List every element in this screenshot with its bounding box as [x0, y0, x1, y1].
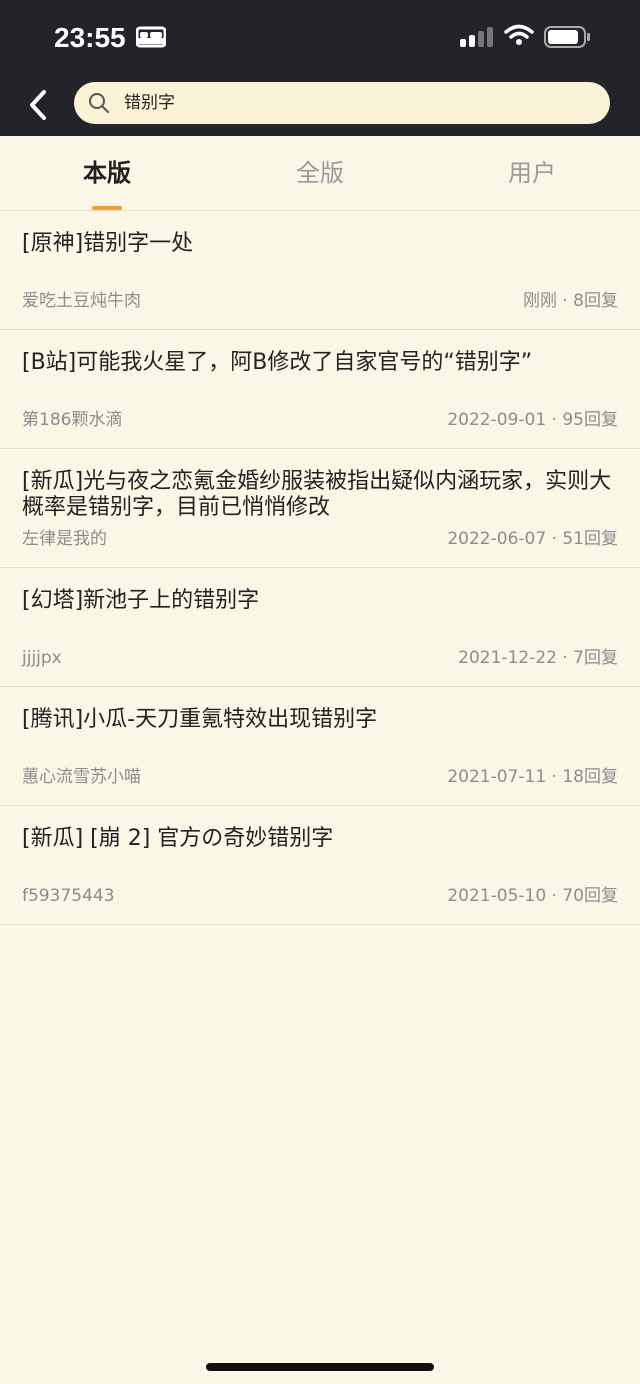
list-item[interactable]: [腾讯]小瓜-天刀重氪特效出现错别字 蕙心流雪苏小喵 2021-07-11 · …	[0, 687, 640, 806]
nav-bar: 错别字	[0, 72, 640, 136]
item-meta: 2022-09-01 · 95回复	[447, 410, 618, 430]
home-indicator[interactable]	[206, 1363, 434, 1371]
item-title: [B站]可能我火星了，阿B修改了自家官号的“错别字”	[22, 350, 533, 375]
list-item[interactable]: [原神]错别字一处 爱吃土豆炖牛肉 刚刚 · 8回复	[0, 211, 640, 330]
item-author: 爱吃土豆炖牛肉	[22, 291, 141, 311]
results-list: [原神]错别字一处 爱吃土豆炖牛肉 刚刚 · 8回复 [B站]可能我火星了，阿B…	[0, 211, 640, 925]
list-item[interactable]: [幻塔]新池子上的错别字 jjjjpx 2021-12-22 · 7回复	[0, 568, 640, 687]
item-author: 第186颗水滴	[22, 410, 123, 430]
battery-icon	[544, 26, 590, 48]
tab-bar: 本版 全版 用户	[0, 136, 640, 211]
item-title: [新瓜]光与夜之恋氪金婚纱服装被指出疑似内涵玩家，实则大概率是错别字，目前已悄悄…	[22, 469, 612, 520]
list-item[interactable]: [新瓜] [崩 2] 官方の奇妙错别字 f59375443 2021-05-10…	[0, 806, 640, 925]
item-title: [新瓜] [崩 2] 官方の奇妙错别字	[22, 826, 334, 851]
item-meta: 2022-06-07 · 51回复	[447, 529, 618, 549]
search-query: 错别字	[124, 93, 175, 113]
wifi-icon	[504, 24, 534, 45]
item-author: f59375443	[22, 886, 115, 906]
status-time: 23:55	[54, 22, 126, 53]
item-author: jjjjpx	[22, 648, 62, 668]
item-author: 蕙心流雪苏小喵	[22, 767, 141, 787]
item-meta: 2021-12-22 · 7回复	[458, 648, 618, 668]
item-title: [原神]错别字一处	[22, 231, 194, 256]
signal-icon	[460, 27, 493, 47]
tab-users[interactable]: 用户	[472, 158, 592, 188]
item-title: [腾讯]小瓜-天刀重氪特效出现错别字	[22, 707, 378, 732]
search-icon	[89, 93, 109, 113]
chevron-left-icon[interactable]	[24, 88, 54, 122]
item-meta: 刚刚 · 8回复	[522, 291, 618, 311]
tab-all-boards[interactable]: 全版	[260, 158, 380, 188]
search-input[interactable]: 错别字	[74, 82, 610, 124]
item-title: [幻塔]新池子上的错别字	[22, 588, 260, 613]
active-tab-indicator	[92, 206, 122, 210]
list-item[interactable]: [新瓜]光与夜之恋氪金婚纱服装被指出疑似内涵玩家，实则大概率是错别字，目前已悄悄…	[0, 449, 640, 568]
item-meta: 2021-07-11 · 18回复	[447, 767, 618, 787]
list-item[interactable]: [B站]可能我火星了，阿B修改了自家官号的“错别字” 第186颗水滴 2022-…	[0, 330, 640, 449]
item-meta: 2021-05-10 · 70回复	[447, 886, 618, 906]
status-bar: 23:55	[0, 0, 640, 72]
item-author: 左律是我的	[22, 529, 107, 549]
bed-icon	[136, 26, 166, 48]
tab-current-board[interactable]: 本版	[47, 158, 167, 188]
